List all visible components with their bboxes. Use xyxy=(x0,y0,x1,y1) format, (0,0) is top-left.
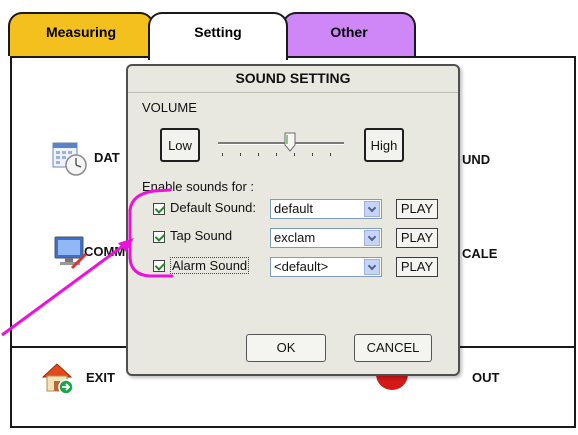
tap-sound-play-button[interactable]: PLAY xyxy=(396,228,438,248)
dialog-title: SOUND SETTING xyxy=(128,70,458,93)
ok-button[interactable]: OK xyxy=(246,334,326,362)
chevron-down-icon[interactable] xyxy=(364,259,380,275)
default-sound-checkbox[interactable] xyxy=(153,203,165,215)
default-sound-play-button[interactable]: PLAY xyxy=(396,199,438,219)
alarm-sound-checkbox[interactable] xyxy=(153,260,165,272)
logout-label[interactable]: OUT xyxy=(472,370,499,385)
tap-sound-value: exclam xyxy=(274,230,316,245)
exit-label[interactable]: EXIT xyxy=(86,370,115,385)
tap-sound-checkbox[interactable] xyxy=(153,231,165,243)
sound-setting-dialog: SOUND SETTING VOLUME Low High Enable sou… xyxy=(126,64,460,376)
alarm-sound-play-button[interactable]: PLAY xyxy=(396,257,438,277)
sound-label[interactable]: UND xyxy=(462,152,490,167)
volume-high-button[interactable]: High xyxy=(364,128,404,162)
tab-other[interactable]: Other xyxy=(282,12,416,56)
enable-sounds-label: Enable sounds for : xyxy=(142,179,255,194)
tab-measuring[interactable]: Measuring xyxy=(8,12,154,56)
alarm-sound-label: Alarm Sound xyxy=(170,257,250,274)
default-sound-select[interactable]: default xyxy=(270,199,382,219)
tap-sound-select[interactable]: exclam xyxy=(270,228,382,248)
scale-label[interactable]: CALE xyxy=(462,246,497,261)
slider-ticks xyxy=(218,153,344,156)
computer-icon[interactable] xyxy=(52,234,88,270)
default-sound-value: default xyxy=(274,201,314,216)
date-label[interactable]: DAT xyxy=(94,150,120,165)
volume-low-button[interactable]: Low xyxy=(160,128,200,162)
comm-label[interactable]: COMM xyxy=(84,244,125,259)
tap-sound-label: Tap Sound xyxy=(170,228,233,243)
chevron-down-icon[interactable] xyxy=(364,230,380,246)
home-exit-icon[interactable] xyxy=(40,360,76,396)
volume-slider[interactable] xyxy=(218,128,344,162)
chevron-down-icon[interactable] xyxy=(364,201,380,217)
calendar-icon[interactable] xyxy=(52,140,88,176)
tab-measuring-label: Measuring xyxy=(45,24,116,40)
alarm-sound-select[interactable]: <default> xyxy=(270,257,382,277)
tab-setting-label: Setting xyxy=(194,24,242,40)
default-sound-label: Default Sound: xyxy=(170,200,257,215)
tab-setting[interactable]: Setting xyxy=(148,12,288,60)
slider-thumb[interactable] xyxy=(284,132,296,152)
tab-other-label: Other xyxy=(330,24,368,40)
alarm-sound-value: <default> xyxy=(274,259,329,274)
cancel-button[interactable]: CANCEL xyxy=(354,334,432,362)
volume-label: VOLUME xyxy=(142,100,197,115)
slider-track xyxy=(218,142,344,145)
